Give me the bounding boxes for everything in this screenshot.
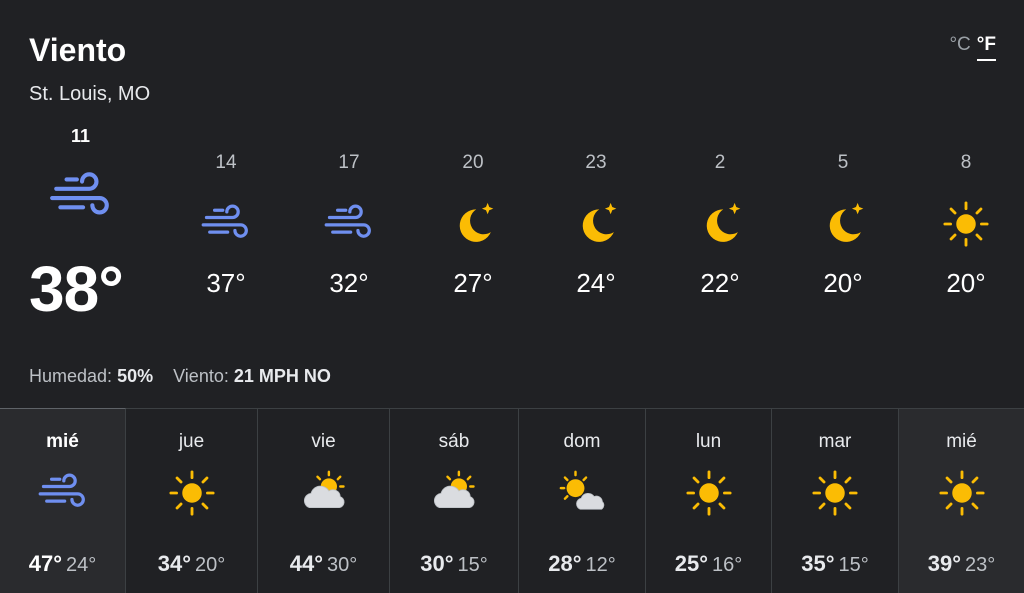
high-temp: 28° bbox=[548, 551, 582, 576]
hourly-item: 14 37° bbox=[186, 150, 266, 299]
high-temp: 35° bbox=[801, 551, 835, 576]
hourly-item: 23 24° bbox=[556, 150, 636, 299]
low-temp: 30° bbox=[327, 554, 358, 576]
low-temp: 16° bbox=[712, 554, 743, 576]
hour-label: 14 bbox=[215, 152, 237, 173]
wind-icon bbox=[37, 467, 89, 519]
sun-cloud-icon bbox=[556, 467, 608, 519]
current-temperature: 38° bbox=[29, 253, 124, 325]
page-title: Viento bbox=[29, 32, 127, 68]
hour-label: 5 bbox=[837, 152, 849, 173]
day-temps: 35° 15° bbox=[772, 551, 898, 577]
wind-value: 21 MPH NO bbox=[233, 366, 331, 386]
low-temp: 12° bbox=[585, 554, 616, 576]
hour-label: 23 bbox=[585, 152, 607, 173]
high-temp: 30° bbox=[420, 551, 454, 576]
hourly-item: 8 20° bbox=[926, 150, 1006, 299]
day-tab[interactable]: mié 39° 23° bbox=[899, 409, 1024, 593]
day-name: vie bbox=[311, 431, 336, 452]
low-temp: 20° bbox=[195, 554, 226, 576]
current-time: 11 bbox=[71, 126, 91, 146]
hourly-item: 20 27° bbox=[433, 150, 513, 299]
humidity-label: Humedad: bbox=[29, 366, 113, 386]
hour-temperature: 37° bbox=[206, 268, 246, 298]
sun-icon bbox=[936, 467, 988, 519]
hour-temperature: 20° bbox=[823, 268, 863, 298]
hour-temperature: 27° bbox=[453, 268, 493, 298]
day-temps: 25° 16° bbox=[646, 551, 771, 577]
hour-label: 20 bbox=[462, 152, 484, 173]
cloud-sun-icon bbox=[428, 467, 480, 519]
low-temp: 23° bbox=[965, 554, 996, 576]
day-temps: 47° 24° bbox=[0, 551, 125, 577]
fahrenheit-button[interactable]: °F bbox=[976, 34, 996, 61]
sun-icon bbox=[683, 467, 735, 519]
day-tab[interactable]: lun 25° 16° bbox=[646, 409, 772, 593]
day-name: sáb bbox=[438, 431, 470, 452]
hour-label: 2 bbox=[714, 152, 726, 173]
high-temp: 39° bbox=[927, 551, 962, 576]
sun-icon bbox=[809, 467, 861, 519]
hour-label: 8 bbox=[960, 152, 972, 173]
hour-temperature: 32° bbox=[329, 268, 369, 298]
location-label: St. Louis, MO bbox=[29, 83, 151, 105]
day-name: mié bbox=[946, 431, 977, 452]
weather-details: Humedad: 50% Viento: 21 MPH NO bbox=[29, 366, 331, 387]
day-name: mié bbox=[46, 431, 79, 452]
high-temp: 34° bbox=[157, 551, 192, 576]
hourly-item: 2 22° bbox=[680, 150, 760, 299]
day-tab[interactable]: vie 44° 30° bbox=[258, 409, 390, 593]
day-name: jue bbox=[178, 431, 205, 452]
day-temps: 44° 30° bbox=[258, 551, 389, 577]
moon-icon bbox=[447, 198, 499, 250]
low-temp: 15° bbox=[457, 554, 488, 576]
hourly-item: 17 32° bbox=[309, 150, 389, 299]
day-tab[interactable]: sáb 30° 15° bbox=[390, 409, 519, 593]
high-temp: 25° bbox=[674, 551, 709, 576]
day-temps: 34° 20° bbox=[126, 551, 257, 577]
high-temp: 47° bbox=[28, 551, 63, 576]
sun-icon bbox=[940, 198, 992, 250]
high-temp: 44° bbox=[289, 551, 324, 576]
day-tab[interactable]: mié 47° 24° bbox=[0, 408, 126, 593]
low-temp: 24° bbox=[66, 554, 97, 576]
sun-icon bbox=[166, 467, 218, 519]
day-temps: 39° 23° bbox=[899, 551, 1024, 577]
day-tab[interactable]: mar 35° 15° bbox=[772, 409, 899, 593]
wind-icon bbox=[45, 164, 117, 230]
day-name: dom bbox=[563, 431, 601, 452]
day-tab[interactable]: dom 28° 12° bbox=[519, 409, 646, 593]
hourly-item: 5 20° bbox=[803, 150, 883, 299]
day-name: mar bbox=[818, 431, 852, 452]
day-temps: 30° 15° bbox=[390, 551, 518, 577]
unit-toggle: °C °F bbox=[949, 34, 996, 61]
wind-icon bbox=[323, 198, 375, 250]
humidity-value: 50% bbox=[117, 366, 154, 386]
day-name: lun bbox=[695, 431, 722, 452]
moon-icon bbox=[694, 198, 746, 250]
moon-icon bbox=[817, 198, 869, 250]
moon-icon bbox=[570, 198, 622, 250]
day-temps: 28° 12° bbox=[519, 551, 645, 577]
wind-label: Viento: bbox=[173, 366, 229, 386]
day-tab[interactable]: jue 34° 20° bbox=[126, 409, 258, 593]
celsius-button[interactable]: °C bbox=[949, 34, 970, 61]
daily-forecast: mié 47° 24° jue 34° 20° vie 44° 30° sáb 30°… bbox=[0, 408, 1024, 593]
hour-label: 17 bbox=[338, 152, 360, 173]
low-temp: 15° bbox=[838, 554, 869, 576]
cloud-sun-icon bbox=[298, 467, 350, 519]
hour-temperature: 20° bbox=[946, 268, 986, 298]
wind-icon bbox=[200, 198, 252, 250]
hour-temperature: 22° bbox=[700, 268, 740, 298]
hour-temperature: 24° bbox=[576, 268, 616, 298]
